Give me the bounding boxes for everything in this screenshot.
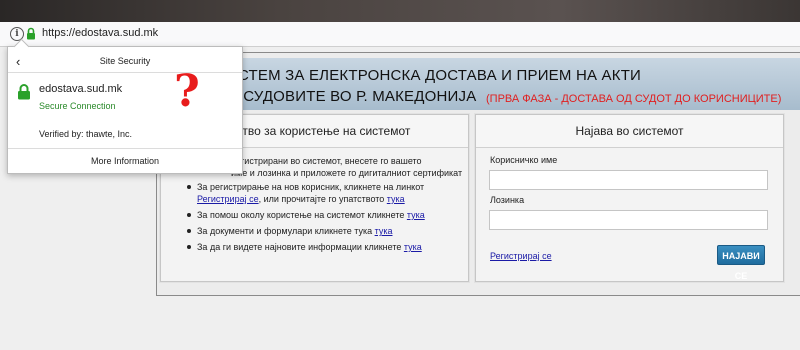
site-header-banner: ИСТЕМ ЗА ЕЛЕКТРОНСКА ДОСТАВА И ПРИЕМ НА … [159,58,800,110]
site-title-line2: О СУДОВИТЕ ВО Р. МАКЕДОНИЈА [227,88,477,105]
list-item: За да ги видете најновите информации кли… [187,241,465,253]
username-input[interactable] [489,170,768,190]
username-label: Корисничко име [490,155,558,165]
manual-link[interactable]: тука [387,194,405,204]
popup-title: Site Security [99,56,151,66]
address-bar[interactable]: i https://edostava.sud.mk [0,22,800,47]
login-title: Најава во системот [575,124,684,138]
site-title-line1: ИСТЕМ ЗА ЕЛЕКТРОНСКА ДОСТАВА И ПРИЕМ НА … [227,67,642,84]
phase-note: (ПРВА ФАЗА - ДОСТАВА ОД СУДОТ ДО КОРИСНИ… [486,93,782,105]
secure-connection-label: Secure Connection [39,101,116,111]
password-input[interactable] [489,210,768,230]
login-panel: Најава во системот Корисничко име Лозинк… [475,114,784,282]
password-label: Лозинка [490,195,525,205]
lock-icon [18,84,30,100]
bullet-text: За помош околу користење на системот кли… [197,210,407,220]
list-item: За регистрирање на нов корисник, кликнет… [187,181,465,205]
bullet-text-after: , или прочитајте го упатството [258,194,387,204]
divider [8,72,242,73]
more-information-button[interactable]: More Information [8,156,242,166]
bullet-text: За документи и формулари кликнете тука [197,226,375,236]
list-item: За документи и формулари кликнете тука т… [187,225,465,237]
window-titlebar [0,0,800,22]
lock-icon[interactable] [26,27,36,40]
bullet-text: За да ги видете најновите информации кли… [197,242,404,252]
instructions-list: За регистрирање на нов корисник, кликнет… [187,181,465,257]
register-link[interactable]: Регистрирај се [490,251,552,261]
register-link-inline[interactable]: Регистрирај се [197,194,259,204]
login-button[interactable]: НАЈАВИ СЕ [717,245,765,281]
question-mark-annotation: ? [174,66,200,117]
news-link[interactable]: тука [404,242,422,252]
intro-line2: име и лозинка и приложете го дигиталниот… [231,168,463,178]
popup-site-name: edostava.sud.mk [39,83,123,95]
site-security-popup: ‹ Site Security edostava.sud.mk Secure C… [7,38,243,174]
list-item: За помош околу користење на системот кли… [187,209,465,221]
url-text[interactable]: https://edostava.sud.mk [42,27,158,39]
divider [8,148,242,149]
help-link[interactable]: тука [407,210,425,220]
verified-by-label: Verified by: thawte, Inc. [39,129,133,139]
documents-link[interactable]: тука [375,226,393,236]
bullet-text: За регистрирање на нов корисник, кликнет… [197,182,425,192]
login-header: Најава во системот [476,115,783,148]
instructions-title: тство за користење на системот [231,124,411,138]
